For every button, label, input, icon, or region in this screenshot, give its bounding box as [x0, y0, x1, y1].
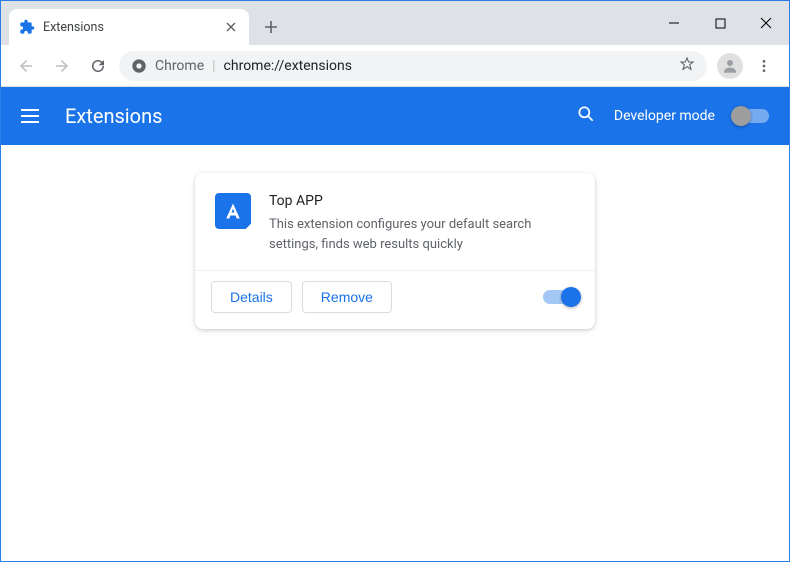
close-window-button[interactable]	[743, 1, 789, 45]
developer-mode-toggle[interactable]	[733, 109, 769, 123]
extensions-header: Extensions Developer mode	[1, 87, 789, 145]
puzzle-icon	[19, 19, 35, 35]
window-controls	[651, 1, 789, 45]
browser-tab[interactable]: Extensions	[9, 9, 249, 45]
forward-button[interactable]	[47, 51, 77, 81]
bookmark-star-icon[interactable]	[679, 56, 695, 76]
minimize-button[interactable]	[651, 1, 697, 45]
omnibox-divider: |	[212, 58, 215, 74]
extension-enable-toggle[interactable]	[543, 290, 579, 304]
new-tab-button[interactable]	[257, 13, 285, 41]
extension-description: This extension configures your default s…	[269, 215, 575, 254]
close-tab-icon[interactable]	[223, 19, 239, 35]
chrome-logo-icon	[131, 58, 147, 74]
chrome-menu-button[interactable]	[749, 51, 779, 81]
extension-name: Top APP	[269, 193, 575, 209]
browser-toolbar: Chrome | chrome://extensions	[1, 45, 789, 87]
maximize-button[interactable]	[697, 1, 743, 45]
reload-button[interactable]	[83, 51, 113, 81]
developer-mode-label: Developer mode	[614, 108, 715, 124]
search-icon[interactable]	[576, 104, 596, 128]
address-bar[interactable]: Chrome | chrome://extensions	[119, 51, 707, 81]
tab-title: Extensions	[43, 20, 215, 35]
details-button[interactable]: Details	[211, 281, 292, 313]
extension-card: Top APP This extension configures your d…	[195, 173, 595, 329]
omnibox-prefix: Chrome	[155, 58, 204, 74]
window-titlebar: Extensions	[1, 1, 789, 45]
profile-avatar[interactable]	[717, 53, 743, 79]
omnibox-url: chrome://extensions	[224, 58, 352, 74]
remove-button[interactable]: Remove	[302, 281, 392, 313]
extensions-content: Top APP This extension configures your d…	[1, 145, 789, 561]
extension-app-icon	[215, 193, 251, 229]
page-title: Extensions	[65, 104, 162, 128]
menu-icon[interactable]	[21, 104, 45, 128]
back-button[interactable]	[11, 51, 41, 81]
